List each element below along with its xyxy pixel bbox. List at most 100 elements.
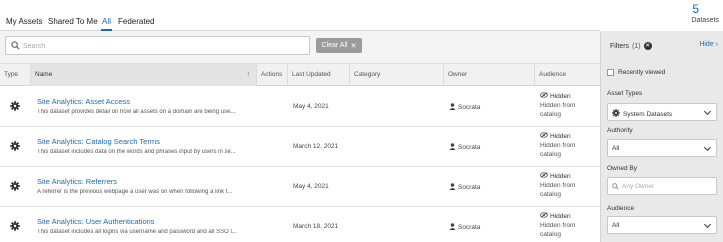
audience-detail: Hidden from catalog (540, 222, 576, 238)
asset-types-label: Asset Types (607, 90, 643, 97)
table-row: Site Analytics: Referrers A referrer is … (0, 167, 600, 207)
result-count-label: Datasets (691, 17, 719, 24)
eye-slash-icon (540, 132, 548, 141)
table-row: Site Analytics: Catalog Search Terms Thi… (0, 127, 600, 167)
chevron-down-icon (703, 144, 712, 155)
last-updated: May 4, 2021 (293, 183, 329, 190)
owned-by-field[interactable] (607, 177, 717, 195)
audience-status: Hidden (550, 133, 571, 140)
table-row: Site Analytics: Asset Access This datase… (0, 87, 600, 127)
dataset-description: This dataset provides detail on how all … (37, 109, 236, 115)
clear-filters-icon[interactable]: ✕ (643, 42, 652, 50)
tab-federated[interactable]: Federated (118, 17, 154, 26)
audience: Hidden Hidden from catalog (540, 212, 595, 239)
dataset-title-link[interactable]: Site Analytics: Catalog Search Terms (37, 137, 160, 146)
audience-value: All (612, 222, 620, 229)
audience-detail: Hidden from catalog (540, 142, 576, 158)
user-icon (449, 143, 456, 152)
user-icon (449, 223, 456, 232)
asset-types-select[interactable]: System Datasets (607, 103, 717, 121)
result-count-value: 5 (692, 2, 699, 16)
tab-shared-to-me[interactable]: Shared To Me (48, 17, 98, 26)
search-toolbar: Clear All ✕ (0, 31, 600, 64)
audience-status: Hidden (550, 213, 571, 220)
clear-all-label: Clear All (321, 42, 348, 49)
search-icon (612, 183, 619, 192)
owner: Socrata (449, 103, 480, 112)
result-count: 5 Datasets (663, 2, 723, 24)
asset-types-value: System Datasets (623, 110, 673, 118)
gear-icon (10, 221, 20, 233)
audience: Hidden Hidden from catalog (540, 172, 595, 199)
owner-name: Socrata (458, 184, 481, 191)
recently-viewed-checkbox[interactable] (607, 69, 614, 76)
search-input[interactable] (23, 40, 303, 52)
audience-status: Hidden (550, 173, 571, 180)
audience-detail: Hidden from catalog (540, 182, 576, 198)
dataset-title-link[interactable]: Site Analytics: User Authentications (37, 217, 155, 226)
eye-slash-icon (540, 92, 548, 101)
filters-title-label: Filters (610, 42, 630, 50)
asset-tabs-bar: My Assets Shared To Me All Federated (0, 0, 600, 31)
owned-by-input[interactable] (622, 181, 712, 192)
chevron-down-icon (703, 108, 712, 119)
audience-detail: Hidden from catalog (540, 102, 576, 118)
authority-label: Authority (607, 127, 633, 134)
column-category[interactable]: Category (350, 64, 444, 86)
column-audience[interactable]: Audience (535, 64, 600, 86)
gear-icon (10, 181, 20, 193)
column-type[interactable]: Type (0, 64, 31, 86)
dataset-title-link[interactable]: Site Analytics: Referrers (37, 177, 117, 186)
owner-name: Socrata (458, 224, 481, 231)
tab-my-assets[interactable]: My Assets (6, 17, 42, 26)
audience-status: Hidden (550, 93, 571, 100)
column-name[interactable]: Name ↑ (31, 64, 257, 86)
sort-ascending-icon: ↑ (246, 71, 251, 78)
audience-filter-label: Audience (607, 205, 635, 212)
column-owner[interactable]: Owner (444, 64, 535, 86)
audience: Hidden Hidden from catalog (540, 92, 595, 119)
chevron-right-icon: › (713, 41, 718, 48)
recently-viewed-option[interactable]: Recently viewed (607, 69, 665, 76)
last-updated: March 18, 2021 (293, 223, 339, 230)
gear-icon (10, 101, 20, 113)
hide-filters-link[interactable]: Hide › (699, 41, 718, 48)
search-icon (11, 41, 20, 52)
owner-name: Socrata (458, 144, 481, 151)
audience-select[interactable]: All (607, 216, 717, 234)
filters-count: (1) (632, 42, 641, 50)
user-icon (449, 103, 456, 112)
filter-panel-header: Filters (1) ✕ Hide › (601, 31, 723, 61)
dataset-description: A referrer is the previous webpage a use… (37, 189, 233, 195)
eye-slash-icon (540, 212, 548, 221)
last-updated: March 12, 2021 (293, 143, 339, 150)
audience: Hidden Hidden from catalog (540, 132, 595, 159)
table-header: Type Name ↑ Actions Last Updated Categor… (0, 64, 600, 86)
owner: Socrata (449, 223, 480, 232)
recently-viewed-label: Recently viewed (618, 69, 666, 76)
chevron-down-icon (703, 221, 712, 232)
owned-by-label: Owned By (607, 165, 637, 172)
close-icon: ✕ (350, 42, 357, 50)
authority-select[interactable]: All (607, 139, 717, 157)
search-box[interactable] (5, 36, 310, 55)
dataset-description: This dataset includes all logins via use… (37, 229, 237, 235)
column-actions[interactable]: Actions (257, 64, 288, 86)
eye-slash-icon (540, 172, 548, 181)
authority-value: All (612, 145, 620, 152)
dataset-description: This dataset includes data on the words … (37, 149, 236, 155)
tab-all[interactable]: All (101, 17, 112, 31)
column-name-label: Name (35, 71, 53, 78)
gear-icon (612, 109, 620, 119)
last-updated: May 4, 2021 (293, 103, 329, 110)
filter-panel: Filters (1) ✕ Hide › Recently viewed Ass… (600, 31, 723, 242)
owner: Socrata (449, 143, 480, 152)
table-row: Site Analytics: User Authentications Thi… (0, 207, 600, 242)
owner-name: Socrata (458, 104, 481, 111)
clear-all-button[interactable]: Clear All ✕ (316, 38, 362, 53)
column-last-updated[interactable]: Last Updated (288, 64, 350, 86)
hide-filters-label: Hide (699, 41, 714, 48)
dataset-title-link[interactable]: Site Analytics: Asset Access (37, 97, 130, 106)
owner: Socrata (449, 183, 480, 192)
filters-title: Filters (1) ✕ (610, 42, 652, 50)
